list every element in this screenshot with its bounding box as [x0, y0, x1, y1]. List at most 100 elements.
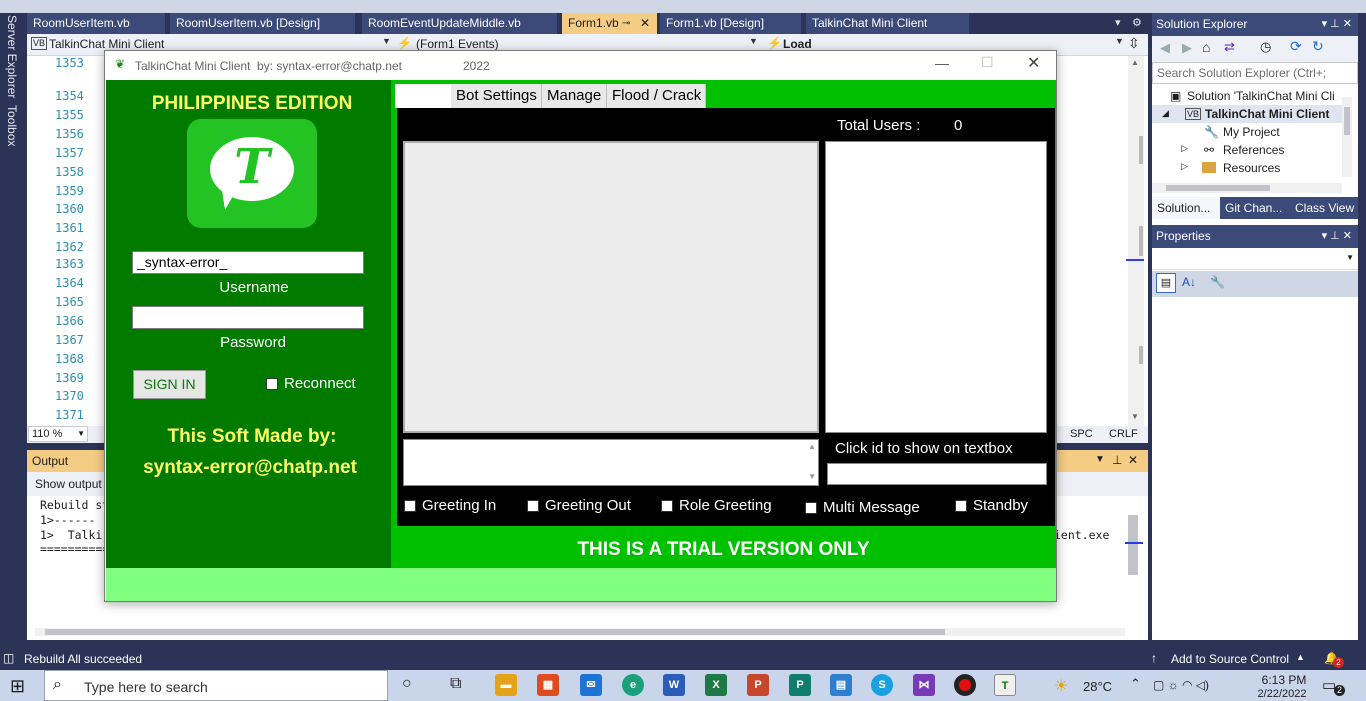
add-to-source-control[interactable]: Add to Source Control	[1171, 652, 1289, 666]
windows-start-icon[interactable]: ⊞	[10, 676, 25, 697]
close-icon[interactable]: ✕	[1128, 453, 1138, 467]
close-button[interactable]: ✕	[1027, 53, 1040, 73]
chevron-down-icon[interactable]: ▼	[749, 36, 758, 46]
standby-checkbox[interactable]	[955, 500, 967, 512]
weather-temperature[interactable]: 28°C	[1083, 679, 1112, 694]
switch-views-icon[interactable]: ⇄	[1224, 39, 1235, 55]
chat-log-box[interactable]	[403, 141, 819, 433]
alphabetical-icon[interactable]: A↓	[1182, 275, 1196, 289]
scroll-down-icon[interactable]: ▼	[1131, 412, 1139, 421]
pending-changes-icon[interactable]: ◷	[1260, 39, 1271, 55]
gear-icon[interactable]: ⚙	[1132, 13, 1142, 34]
greeting-in-checkbox[interactable]	[404, 500, 416, 512]
output-scroll-thumb[interactable]	[1128, 515, 1138, 575]
tab-roomuseritem-vb[interactable]: RoomUserItem.vb	[27, 13, 166, 34]
taskbar-search-box[interactable]: ⌕ Type here to search	[44, 670, 388, 701]
server-explorer-tab[interactable]: Server Explorer	[5, 15, 19, 98]
scroll-up-icon[interactable]: ▲	[1131, 58, 1139, 67]
home-icon[interactable]: ⌂	[1202, 39, 1210, 55]
forward-icon[interactable]: ▶	[1182, 40, 1192, 56]
close-icon[interactable]: ✕	[640, 13, 650, 34]
chevron-down-icon[interactable]: ▼	[1095, 454, 1105, 465]
word-icon[interactable]: W	[663, 674, 685, 696]
tab-form1-vb[interactable]: Form1.vb ⊸ ✕	[562, 13, 658, 34]
pane-buttons[interactable]: ▾ ⊥ ✕	[1322, 225, 1352, 248]
output-horizontal-scrollbar[interactable]	[35, 628, 1125, 636]
tab-bot-settings[interactable]: Bot Settings	[451, 84, 542, 108]
scroll-thumb[interactable]	[45, 629, 945, 635]
tab-talkinchat-client[interactable]: TalkinChat Mini Client	[806, 13, 970, 34]
properties-object-dropdown[interactable]: ▼	[1152, 248, 1358, 270]
tab-form1-design[interactable]: Form1.vb [Design]	[660, 13, 802, 34]
powerpoint-icon[interactable]: P	[747, 674, 769, 696]
collapsed-arrow-icon[interactable]: ▷	[1181, 143, 1188, 154]
whitespace-indicator[interactable]: SPC	[1070, 428, 1093, 440]
tab-git-changes[interactable]: Git Chan...	[1220, 197, 1290, 219]
recorder-icon[interactable]	[954, 674, 976, 696]
sync-icon[interactable]: ⟳	[1290, 38, 1302, 55]
chevron-down-icon[interactable]: ▼	[1346, 253, 1354, 262]
tab-list-dropdown-icon[interactable]: ▾	[1115, 13, 1121, 34]
scroll-thumb[interactable]	[1139, 136, 1143, 164]
scroll-up-icon[interactable]: ▲	[808, 442, 816, 451]
sign-in-button[interactable]: SIGN IN	[133, 370, 206, 399]
pin-icon[interactable]: ⊸	[622, 13, 630, 34]
chevron-down-icon[interactable]: ▼	[77, 427, 85, 441]
skype-icon[interactable]: S	[871, 674, 893, 696]
collapsed-arrow-icon[interactable]: ▷	[1181, 161, 1188, 172]
mail-icon[interactable]: ✉	[580, 674, 602, 696]
store-icon[interactable]: ▦	[537, 674, 559, 696]
split-view-icon[interactable]: ⇳	[1128, 35, 1140, 52]
weather-icon[interactable]: ☀	[1054, 676, 1068, 696]
solution-search-input[interactable]: Search Solution Explorer (Ctrl+;	[1152, 62, 1358, 84]
zoom-dropdown[interactable]: 110 % ▼	[28, 426, 88, 442]
chevron-down-icon[interactable]: ▼	[382, 36, 391, 46]
multi-message-checkbox[interactable]	[805, 502, 817, 514]
file-explorer-icon[interactable]: ▬	[495, 674, 517, 696]
role-greeting-checkbox[interactable]	[661, 500, 673, 512]
tree-item-project[interactable]: TalkinChat Mini Client	[1205, 107, 1329, 121]
line-ending-indicator[interactable]: CRLF	[1109, 428, 1138, 440]
selected-id-input[interactable]	[827, 463, 1047, 485]
wrench-icon[interactable]: 🔧	[1210, 275, 1225, 289]
tree-vertical-scrollbar[interactable]	[1342, 97, 1352, 177]
minimize-button[interactable]: —	[935, 55, 949, 71]
tree-horizontal-scrollbar[interactable]	[1152, 183, 1342, 193]
categorized-icon[interactable]: ▤	[1156, 273, 1176, 293]
password-input[interactable]	[132, 306, 364, 329]
cortana-icon[interactable]: ○	[402, 675, 412, 693]
tab-roomuseritem-design[interactable]: RoomUserItem.vb [Design]	[170, 13, 356, 34]
username-input[interactable]: _syntax-error_	[132, 251, 364, 274]
reconnect-checkbox[interactable]	[266, 378, 278, 390]
scroll-thumb[interactable]	[1344, 107, 1350, 135]
tab-flood-crack[interactable]: Flood / Crack	[607, 84, 706, 108]
greeting-out-checkbox[interactable]	[527, 500, 539, 512]
pane-buttons[interactable]: ▾ ⊥ ✕	[1322, 13, 1352, 36]
back-icon[interactable]: ◀	[1160, 40, 1170, 56]
scroll-thumb[interactable]	[1166, 185, 1270, 191]
toolbox-tab[interactable]: Toolbox	[5, 105, 19, 146]
tab-roomeventupdatemiddle[interactable]: RoomEventUpdateMiddle.vb	[362, 13, 558, 34]
message-input[interactable]: ▲ ▼	[403, 439, 819, 486]
clock-time[interactable]: 6:13 PM	[1253, 673, 1315, 687]
tab-class-view[interactable]: Class View	[1290, 197, 1358, 219]
editor-vertical-scrollbar[interactable]: ▲ ▼	[1128, 56, 1144, 426]
tray-icons[interactable]: ▢ ☼ ◠ ◁)	[1153, 678, 1209, 692]
app-icon[interactable]: ▤	[830, 674, 852, 696]
user-list-box[interactable]	[825, 141, 1047, 433]
clock-date[interactable]: 2/22/2022	[1251, 688, 1313, 700]
tree-item-my-project[interactable]: My Project	[1223, 125, 1280, 139]
maximize-button[interactable]: ☐	[981, 54, 994, 71]
talkinchat-taskbar-icon[interactable]: T	[994, 674, 1016, 696]
tree-item-references[interactable]: References	[1223, 143, 1284, 157]
tray-chevron-up-icon[interactable]: ⌃	[1130, 676, 1141, 692]
scroll-down-icon[interactable]: ▼	[808, 472, 816, 481]
tab-solution-explorer[interactable]: Solution...	[1152, 197, 1220, 219]
excel-icon[interactable]: X	[705, 674, 727, 696]
refresh-icon[interactable]: ↻	[1312, 38, 1324, 55]
visual-studio-icon[interactable]: ⋈	[913, 674, 935, 696]
publisher-icon[interactable]: P	[789, 674, 811, 696]
tree-item-solution[interactable]: Solution 'TalkinChat Mini Cli	[1187, 89, 1335, 103]
edge-icon[interactable]: e	[622, 674, 644, 696]
tree-item-resources[interactable]: Resources	[1223, 161, 1280, 175]
